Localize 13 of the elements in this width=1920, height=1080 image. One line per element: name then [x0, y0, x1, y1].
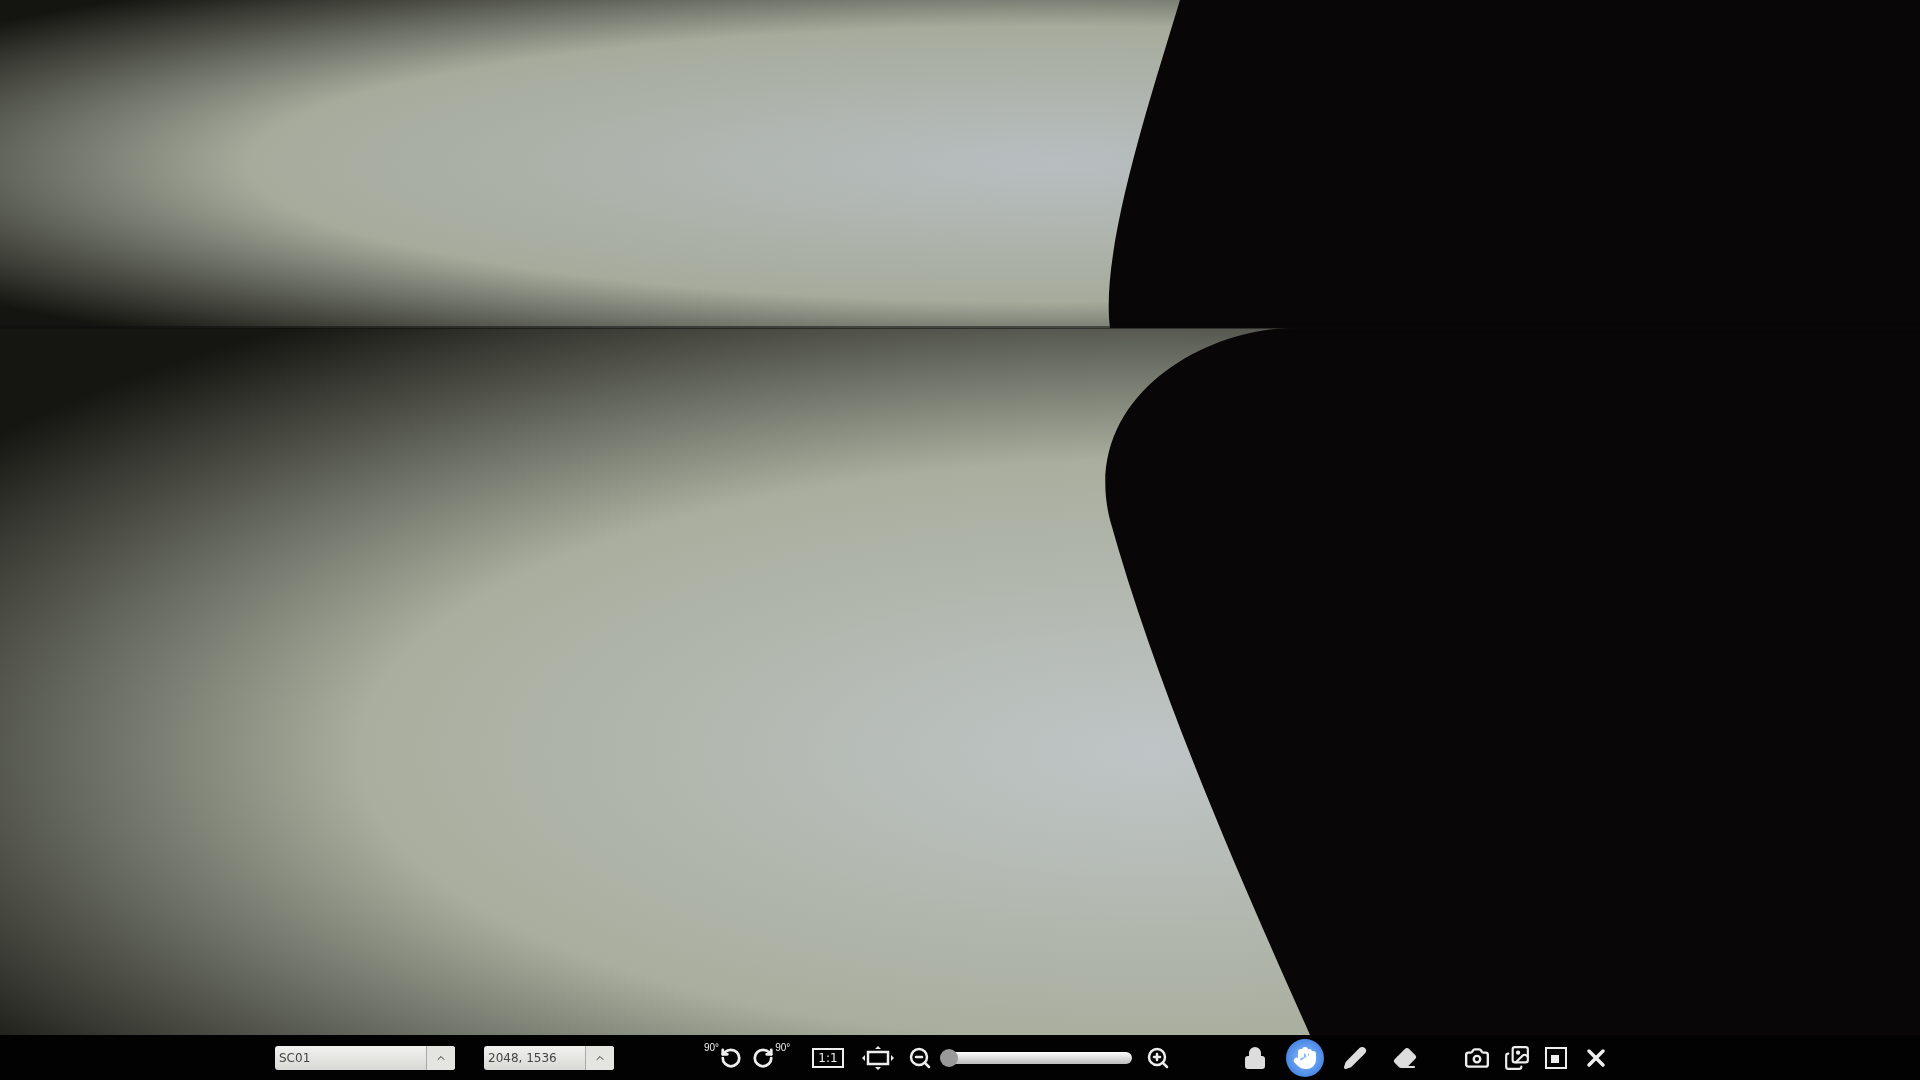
- actual-size-button[interactable]: 1:1: [812, 1047, 844, 1068]
- rotate-right-icon: [752, 1046, 775, 1069]
- resolution-select[interactable]: 2048, 1536: [484, 1045, 614, 1070]
- lock-icon: [1242, 1045, 1267, 1070]
- hand-tool-button[interactable]: [1285, 1038, 1324, 1077]
- rotate-right-button[interactable]: 90°: [752, 1039, 791, 1076]
- rotate-left-button[interactable]: 90°: [704, 1039, 743, 1076]
- eraser-icon: [1392, 1045, 1417, 1070]
- camera-select[interactable]: SC01: [275, 1045, 455, 1070]
- hand-icon: [1292, 1045, 1317, 1070]
- zoom-slider[interactable]: [941, 1051, 1132, 1064]
- pencil-icon: [1342, 1045, 1367, 1070]
- rotate-left-icon: [720, 1046, 743, 1069]
